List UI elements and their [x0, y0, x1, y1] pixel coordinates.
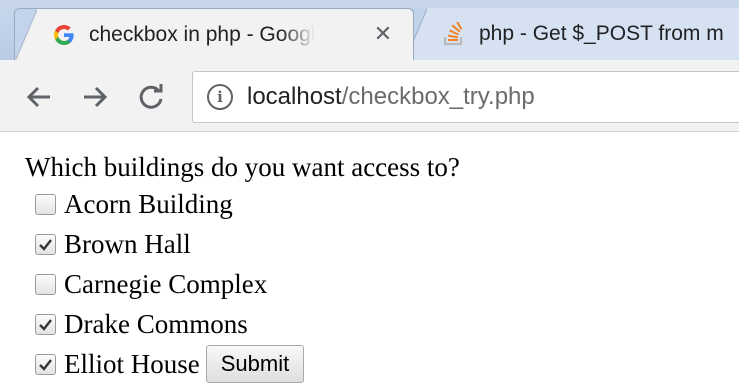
reload-button[interactable] [134, 80, 168, 114]
option-drake-commons: Drake Commons [35, 304, 460, 344]
reload-icon [139, 84, 163, 109]
url-text: localhost/checkbox_try.php [247, 83, 535, 111]
option-label: Drake Commons [64, 308, 248, 339]
tab-php-post[interactable]: php - Get $_POST from m [404, 8, 739, 60]
submit-button[interactable]: Submit [205, 345, 305, 383]
checkmark-icon [39, 238, 52, 251]
tab-strip: php - Get $_POST from m checkbox in php … [0, 0, 739, 60]
option-carnegie-complex: Carnegie Complex [35, 264, 460, 304]
info-icon[interactable]: i [207, 84, 233, 110]
url-path: /checkbox_try.php [341, 83, 535, 110]
page-content: Which buildings do you want access to? A… [25, 150, 460, 384]
close-icon[interactable]: ✕ [370, 21, 396, 47]
tab-checkbox-in-php[interactable]: checkbox in php - Googl ✕ [14, 8, 414, 60]
back-button[interactable] [22, 80, 56, 114]
checkbox-elliot-house[interactable] [35, 353, 56, 375]
tab-title: php - Get $_POST from m [479, 22, 724, 45]
option-acorn-building: Acorn Building [35, 184, 460, 224]
form-question: Which buildings do you want access to? [25, 152, 460, 182]
checkbox-brown-hall[interactable] [35, 233, 56, 255]
option-brown-hall: Brown Hall [35, 224, 460, 264]
tab-title: checkbox in php - Googl [89, 23, 316, 46]
browser-toolbar: i localhost/checkbox_try.php [0, 60, 739, 132]
checkmark-icon [39, 358, 52, 371]
option-label: Elliot House [64, 348, 200, 379]
google-g-icon [51, 22, 77, 48]
option-label: Brown Hall [64, 228, 191, 259]
address-bar[interactable]: i localhost/checkbox_try.php [192, 71, 739, 123]
option-elliot-house: Elliot House Submit [35, 344, 460, 384]
url-host: localhost [247, 83, 342, 110]
option-label: Carnegie Complex [64, 268, 268, 299]
checkbox-drake-commons[interactable] [35, 313, 56, 335]
tab-edge [15, 9, 37, 60]
forward-button[interactable] [78, 80, 112, 114]
checkbox-carnegie-complex[interactable] [35, 273, 56, 295]
arrow-left-icon [26, 86, 50, 108]
checkmark-icon [39, 318, 52, 331]
option-label: Acorn Building [64, 188, 233, 219]
checkbox-acorn-building[interactable] [35, 193, 56, 215]
arrow-right-icon [84, 86, 108, 108]
stackoverflow-icon [441, 21, 467, 47]
